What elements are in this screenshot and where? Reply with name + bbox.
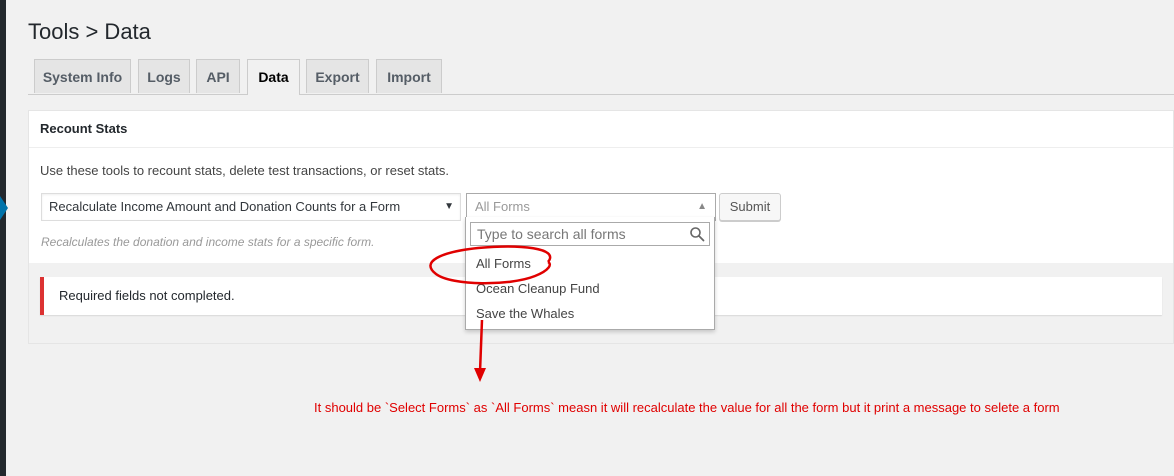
form-option-all-forms[interactable]: All Forms bbox=[466, 252, 714, 276]
page-title: Tools > Data bbox=[28, 19, 151, 44]
forms-search-box bbox=[470, 222, 710, 246]
tab-export[interactable]: Export bbox=[306, 59, 369, 93]
admin-sidebar-edge bbox=[0, 0, 6, 476]
panel-title: Recount Stats bbox=[40, 121, 128, 136]
tab-logs[interactable]: Logs bbox=[138, 59, 190, 93]
search-icon bbox=[690, 227, 705, 242]
form-option-ocean-cleanup-fund[interactable]: Ocean Cleanup Fund bbox=[466, 277, 714, 301]
admin-menu-indicator bbox=[0, 196, 8, 220]
forms-search-input[interactable] bbox=[471, 223, 685, 245]
annotation-arrow-head bbox=[474, 368, 486, 382]
forms-dropdown: All Forms Ocean Cleanup Fund Save the Wh… bbox=[465, 217, 715, 330]
form-option-save-the-whales[interactable]: Save the Whales bbox=[466, 302, 714, 326]
forms-select-value: All Forms bbox=[475, 199, 530, 214]
tab-system-info[interactable]: System Info bbox=[34, 59, 131, 93]
tab-api[interactable]: API bbox=[196, 59, 240, 93]
annotation-text: It should be `Select Forms` as `All Form… bbox=[314, 400, 1060, 415]
panel-description: Use these tools to recount stats, delete… bbox=[40, 163, 449, 178]
panel-header: Recount Stats bbox=[29, 111, 1173, 148]
tool-select[interactable]: Recalculate Income Amount and Donation C… bbox=[41, 193, 461, 221]
chevron-down-icon: ▼ bbox=[444, 201, 454, 212]
submit-button[interactable]: Submit bbox=[719, 193, 781, 221]
tool-hint: Recalculates the donation and income sta… bbox=[41, 235, 375, 249]
tab-data[interactable]: Data bbox=[247, 59, 300, 95]
tab-bar: System Info Logs API Data Export Import bbox=[28, 58, 1174, 95]
tab-import[interactable]: Import bbox=[376, 59, 442, 93]
tool-select-value: Recalculate Income Amount and Donation C… bbox=[49, 199, 401, 214]
